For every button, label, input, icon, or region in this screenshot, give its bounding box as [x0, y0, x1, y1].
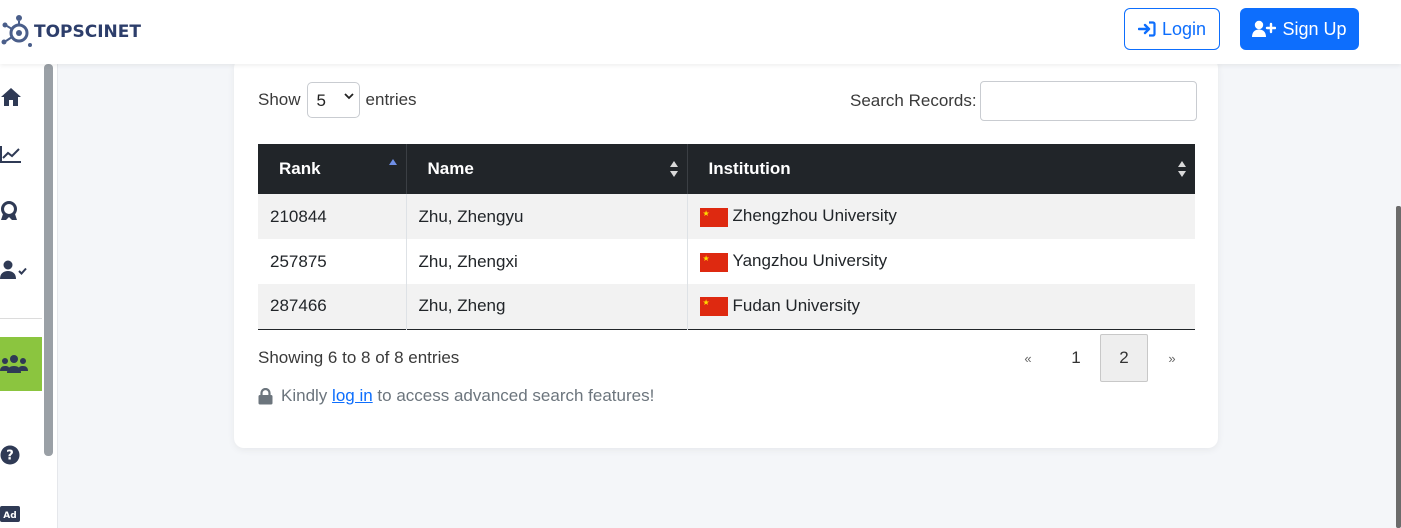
- pagination-previous[interactable]: «: [1004, 334, 1052, 382]
- notice-prefix: Kindly: [281, 386, 328, 405]
- column-header-rank[interactable]: Rank: [258, 144, 407, 194]
- top-navbar: TOPSCINET Login Sign Up: [0, 0, 1401, 64]
- page-length-control: Show 5 entries: [258, 82, 417, 118]
- pagination-page-2-current[interactable]: 2: [1100, 334, 1148, 382]
- china-flag-icon: ★: [699, 207, 728, 227]
- entries-select[interactable]: 5: [306, 82, 360, 118]
- question-icon: ?: [0, 445, 20, 465]
- svg-text:Ad: Ad: [3, 511, 16, 521]
- china-flag-icon: ★: [699, 297, 728, 317]
- institution-name[interactable]: Fudan University: [733, 296, 861, 315]
- search-input[interactable]: [979, 81, 1197, 121]
- institution-cell: ★ Fudan University: [687, 284, 1195, 329]
- login-label: Login: [1161, 18, 1207, 39]
- column-header-label: Name: [427, 159, 474, 178]
- logo-mark-icon: [0, 12, 34, 52]
- sidebar: ? Ad: [0, 64, 58, 528]
- column-header-institution[interactable]: Institution: [687, 144, 1195, 194]
- award-icon: [1, 201, 17, 220]
- rank-cell: 210844: [258, 194, 407, 239]
- results-card: Show 5 entries Search Records: Rank Name…: [234, 58, 1218, 448]
- sign-up-label: Sign Up: [1282, 18, 1347, 39]
- name-link[interactable]: Zhu, Zhengxi: [419, 252, 518, 271]
- home-icon: [1, 88, 21, 106]
- rank-cell: 257875: [258, 239, 407, 284]
- sidebar-divider: [0, 318, 42, 319]
- name-link[interactable]: Zhu, Zheng: [419, 296, 506, 315]
- user-check-icon: [0, 260, 27, 279]
- sort-icon: [1178, 161, 1186, 177]
- login-notice: Kindly log in to access advanced search …: [258, 386, 654, 406]
- sidebar-item-verified-profiles[interactable]: [0, 252, 42, 288]
- sign-up-button[interactable]: Sign Up: [1240, 8, 1359, 50]
- sidebar-item-home[interactable]: [0, 79, 42, 115]
- show-label: Show: [258, 90, 301, 109]
- table-row: 210844 Zhu, Zhengyu ★ Zhengzhou Universit…: [258, 194, 1195, 239]
- sort-asc-icon: [388, 159, 397, 165]
- table-row: 257875 Zhu, Zhengxi ★ Yangzhou University: [258, 239, 1195, 284]
- brand-logo[interactable]: TOPSCINET: [0, 12, 141, 52]
- table-info: Showing 6 to 8 of 8 entries: [258, 348, 460, 367]
- sign-in-icon: [1137, 21, 1156, 37]
- sort-icon: [669, 161, 678, 177]
- institution-cell: ★ Zhengzhou University: [687, 194, 1195, 239]
- login-button[interactable]: Login: [1124, 8, 1220, 50]
- name-cell[interactable]: Zhu, Zhengxi: [406, 239, 688, 284]
- page-scrollbar[interactable]: [1396, 206, 1401, 528]
- lock-icon: [258, 387, 273, 404]
- institution-cell: ★ Yangzhou University: [687, 239, 1195, 284]
- sidebar-item-trends[interactable]: [0, 136, 42, 172]
- institution-name[interactable]: Zhengzhou University: [733, 206, 897, 225]
- pagination-page-1[interactable]: 1: [1052, 334, 1100, 382]
- rank-cell: 287466: [258, 284, 407, 329]
- table-row: 287466 Zhu, Zheng ★ Fudan University: [258, 284, 1195, 329]
- name-cell[interactable]: Zhu, Zheng: [406, 284, 688, 329]
- search-control: Search Records:: [850, 81, 1197, 121]
- search-label: Search Records:: [850, 91, 977, 110]
- column-header-label: Rank: [279, 159, 321, 178]
- notice-suffix: to access advanced search features!: [377, 386, 655, 405]
- name-cell[interactable]: Zhu, Zhengyu: [406, 194, 688, 239]
- results-table: Rank Name Institution 210844 Zhu, Zhengy…: [258, 144, 1195, 330]
- entries-select-wrapper: 5: [301, 82, 366, 118]
- sidebar-item-community[interactable]: [0, 337, 42, 391]
- sidebar-item-awards[interactable]: [0, 194, 42, 230]
- institution-name[interactable]: Yangzhou University: [733, 251, 888, 270]
- pagination: « 1 2 »: [1004, 334, 1196, 382]
- column-header-label: Institution: [708, 159, 791, 178]
- brand-name: TOPSCINET: [34, 22, 141, 42]
- chart-line-icon: [0, 146, 21, 163]
- user-plus-icon: [1252, 20, 1277, 37]
- column-header-name[interactable]: Name: [406, 144, 688, 194]
- table-header-row: Rank Name Institution: [258, 144, 1195, 194]
- entries-label: entries: [365, 90, 417, 109]
- ad-icon: Ad: [0, 506, 20, 522]
- china-flag-icon: ★: [699, 252, 728, 272]
- sidebar-item-help[interactable]: ?: [0, 437, 42, 473]
- sidebar-scrollbar[interactable]: [44, 64, 53, 456]
- users-icon: [0, 355, 28, 373]
- svg-text:?: ?: [6, 449, 14, 464]
- log-in-link[interactable]: log in: [332, 386, 373, 405]
- sidebar-item-ads[interactable]: Ad: [0, 496, 42, 528]
- name-link[interactable]: Zhu, Zhengyu: [419, 207, 524, 226]
- pagination-next[interactable]: »: [1148, 334, 1196, 382]
